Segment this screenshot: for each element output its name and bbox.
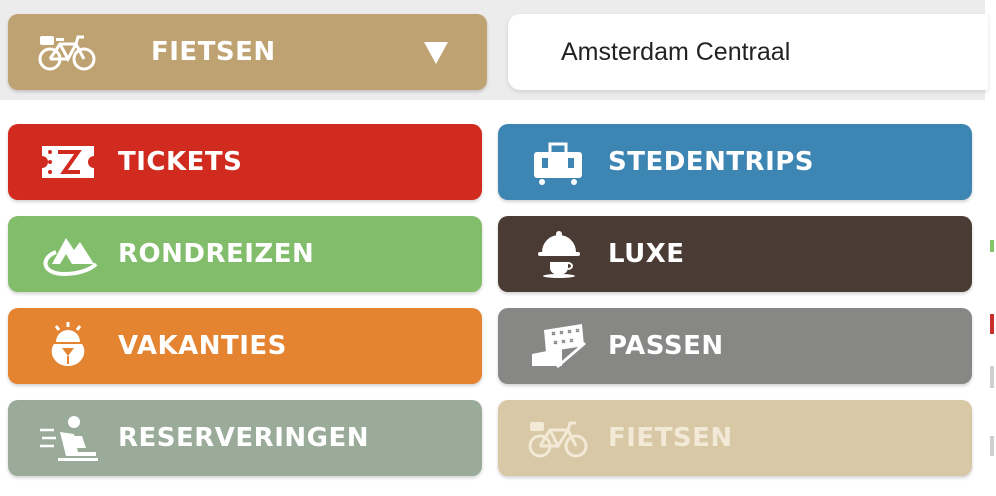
menu-item-label: FIETSEN bbox=[608, 423, 733, 453]
menu-item-stedentrips[interactable]: STEDENTRIPS bbox=[498, 124, 972, 200]
menu-item-fietsen[interactable]: FIETSEN bbox=[498, 400, 972, 476]
menu-item-tickets[interactable]: TICKETS bbox=[8, 124, 482, 200]
menu-item-vakanties[interactable]: VAKANTIES bbox=[8, 308, 482, 384]
menu-item-label: PASSEN bbox=[608, 331, 724, 361]
chevron-down-icon[interactable] bbox=[424, 42, 448, 64]
location-field[interactable]: Amsterdam Centraal bbox=[508, 14, 988, 90]
reserved-seat-icon bbox=[38, 414, 100, 462]
menu-item-label: VAKANTIES bbox=[118, 331, 287, 361]
menu-item-luxe[interactable]: LUXE bbox=[498, 216, 972, 292]
menu-item-label: RONDREIZEN bbox=[118, 239, 315, 269]
menu-item-label: LUXE bbox=[608, 239, 685, 269]
bicycle-basket-icon bbox=[528, 414, 590, 462]
selected-category-label: FIETSEN bbox=[151, 37, 276, 67]
bicycle-basket-icon bbox=[38, 32, 96, 76]
menu-item-reserveringen[interactable]: RESERVERINGEN bbox=[8, 400, 482, 476]
mountain-tour-icon bbox=[38, 230, 100, 278]
menu-item-rondreizen[interactable]: RONDREIZEN bbox=[8, 216, 482, 292]
edge-marker bbox=[990, 314, 994, 334]
menu-item-label: RESERVERINGEN bbox=[118, 423, 369, 453]
menu-item-label: TICKETS bbox=[118, 147, 243, 177]
pass-card-icon bbox=[528, 322, 590, 370]
edge-marker bbox=[990, 436, 994, 456]
menu-item-passen[interactable]: PASSEN bbox=[498, 308, 972, 384]
location-value: Amsterdam Centraal bbox=[561, 38, 791, 66]
ticket-icon bbox=[38, 138, 100, 186]
edge-marker bbox=[990, 366, 994, 388]
luggage-city-icon bbox=[528, 138, 590, 186]
cloche-icon bbox=[528, 230, 590, 278]
category-dropdown[interactable]: FIETSEN bbox=[8, 14, 487, 90]
edge-marker bbox=[990, 240, 994, 252]
menu-item-label: STEDENTRIPS bbox=[608, 147, 815, 177]
sun-drink-icon bbox=[38, 322, 100, 370]
